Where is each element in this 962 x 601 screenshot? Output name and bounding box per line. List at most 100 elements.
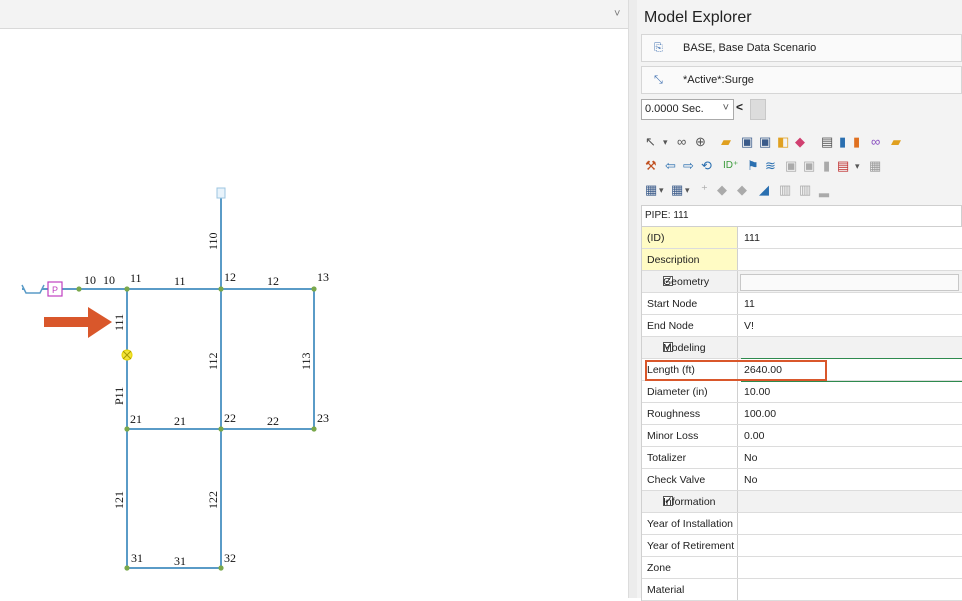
node-label-23: 23: [317, 411, 329, 425]
time-step-select[interactable]: 0.0000 Sec. ˅: [641, 99, 734, 120]
graph-icon[interactable]: ◢: [759, 182, 769, 198]
chevron-down-icon[interactable]: ▾: [855, 158, 860, 174]
category-label: Modeling: [663, 342, 706, 354]
scenario-icon: ⎘: [654, 42, 663, 54]
pipe-tool-icon[interactable]: ▮: [823, 158, 830, 174]
scenario-selector[interactable]: ⎘ BASE, Base Data Scenario: [641, 34, 962, 62]
category-label: Information: [663, 496, 716, 508]
valve-tool-icon[interactable]: ▣: [803, 158, 815, 174]
chevron-down-icon[interactable]: ▾: [663, 134, 668, 150]
prop-value[interactable]: No: [744, 474, 757, 486]
chevron-down-icon: ˅: [722, 102, 729, 114]
layout-icon[interactable]: ▥: [779, 182, 791, 198]
length-input[interactable]: 2640.00: [744, 364, 782, 376]
active-scenario-selector[interactable]: ⤡ *Active*:Surge: [641, 66, 962, 94]
prop-label: Year of Installation: [647, 518, 734, 530]
prop-value[interactable]: 0.00: [744, 430, 764, 442]
save-icon[interactable]: ▣: [741, 134, 753, 150]
eraser-icon[interactable]: ◆: [795, 134, 805, 150]
panel-title: Model Explorer: [644, 9, 752, 26]
prop-row-year-retirement[interactable]: Year of Retirement: [642, 535, 962, 557]
node-label-21: 21: [130, 412, 142, 426]
open-folder-icon[interactable]: ▰: [721, 134, 731, 150]
time-prev-button[interactable]: <: [736, 100, 743, 114]
arrow-right-icon[interactable]: ⇨: [683, 158, 694, 174]
history-icon[interactable]: ⟲: [701, 158, 712, 174]
node-label-11: 11: [130, 271, 142, 285]
prop-row-check-valve[interactable]: Check Valve No: [642, 469, 962, 491]
properties-icon[interactable]: ▦: [645, 182, 657, 198]
selected-element-label: PIPE: 111: [641, 205, 962, 227]
prop-row-zone[interactable]: Zone: [642, 557, 962, 579]
bottom-icon[interactable]: ▂: [819, 182, 829, 198]
prop-label: Diameter (in): [647, 386, 708, 398]
network-drawing[interactable]: P 10 10 11 11 12 12 13 21 21 22 22 23 31…: [0, 0, 628, 598]
prop-value[interactable]: 11: [744, 298, 755, 310]
prop-row-year-installation[interactable]: Year of Installation: [642, 513, 962, 535]
prop-row-diameter[interactable]: Diameter (in) 10.00: [642, 381, 962, 403]
category-information[interactable]: ✓ Information: [642, 491, 962, 513]
prop-row-start-node[interactable]: Start Node 11: [642, 293, 962, 315]
prop-label: Roughness: [647, 408, 701, 420]
link-tool-icon[interactable]: ◆: [737, 182, 747, 198]
folder-icon[interactable]: ▰: [891, 134, 901, 150]
table-icon[interactable]: ▦: [869, 158, 881, 174]
node-label-10: 10: [103, 273, 115, 287]
export-icon[interactable]: ◧: [777, 134, 789, 150]
category-label: Geometry: [663, 276, 710, 288]
time-slider[interactable]: [750, 99, 766, 120]
scenario-label: BASE, Base Data Scenario: [683, 42, 817, 54]
prop-value[interactable]: 111: [744, 232, 760, 244]
tank-tool-icon[interactable]: ▣: [785, 158, 797, 174]
prop-label: Totalizer: [647, 452, 687, 464]
prop-value[interactable]: 100.00: [744, 408, 776, 420]
pump-icon[interactable]: ⚑: [747, 158, 759, 174]
network-canvas[interactable]: ˅ P 10 10 11 11 12 12 13 21 21 22 22 23 …: [0, 0, 628, 598]
prop-row-roughness[interactable]: Roughness 100.00: [642, 403, 962, 425]
prop-label: End Node: [647, 320, 694, 332]
bar-chart-icon[interactable]: ▮: [839, 134, 846, 150]
property-grid[interactable]: (ID) 111 Description ✓ Geometry Start Nod…: [641, 227, 962, 601]
time-step-value: 0.0000 Sec.: [645, 103, 704, 115]
grid-icon[interactable]: ▦: [671, 182, 683, 198]
arrow-left-icon[interactable]: ⇦: [665, 158, 676, 174]
add-id-icon[interactable]: ID⁺: [723, 158, 738, 174]
prop-label: Year of Retirement: [647, 540, 735, 552]
prop-row-length[interactable]: Length (ft) 2640.00: [642, 359, 962, 381]
model-explorer-panel: Model Explorer ⎘ BASE, Base Data Scenari…: [637, 0, 962, 601]
prop-row-end-node[interactable]: End Node V!: [642, 315, 962, 337]
node-tool-icon[interactable]: ◆: [717, 182, 727, 198]
prop-row-totalizer[interactable]: Totalizer No: [642, 447, 962, 469]
chain-icon[interactable]: ∞: [871, 134, 880, 150]
layers-icon[interactable]: ▤: [837, 158, 849, 174]
pipe-label-22: 22: [267, 414, 279, 428]
save-as-icon[interactable]: ▣: [759, 134, 771, 150]
geometry-field[interactable]: [740, 274, 959, 291]
prop-value[interactable]: V!: [744, 320, 754, 332]
pipe-label-21: 21: [174, 414, 186, 428]
prop-row-minor-loss[interactable]: Minor Loss 0.00: [642, 425, 962, 447]
active-scenario-label: *Active*:Surge: [683, 74, 754, 86]
pipe-label-112: 112: [206, 352, 220, 370]
prop-value[interactable]: 10.00: [744, 386, 770, 398]
category-modeling[interactable]: ✓ Modeling: [642, 337, 962, 359]
add-node-icon[interactable]: ⁺: [701, 182, 708, 198]
pipe-label-31: 31: [174, 554, 186, 568]
link-icon[interactable]: ∞: [677, 134, 686, 150]
prop-row-description[interactable]: Description: [642, 249, 962, 271]
prop-row-id[interactable]: (ID) 111: [642, 227, 962, 249]
tools-icon[interactable]: ⚒: [645, 158, 657, 174]
chevron-down-icon[interactable]: ▾: [685, 182, 690, 198]
select-pointer-icon[interactable]: ↖: [645, 134, 656, 150]
arrow-icon: [44, 307, 112, 338]
align-icon[interactable]: ▥: [799, 182, 811, 198]
prop-value[interactable]: No: [744, 452, 757, 464]
zoom-icon[interactable]: ⊕: [695, 134, 706, 150]
pipe-label-111: 111: [112, 314, 126, 331]
report-icon[interactable]: ▤: [821, 134, 833, 150]
category-geometry[interactable]: ✓ Geometry: [642, 271, 962, 293]
settings-icon[interactable]: ≋: [765, 158, 776, 174]
chevron-down-icon[interactable]: ▾: [659, 182, 664, 198]
chart-icon[interactable]: ▮: [853, 134, 860, 150]
reservoir-icon: P: [21, 281, 63, 297]
